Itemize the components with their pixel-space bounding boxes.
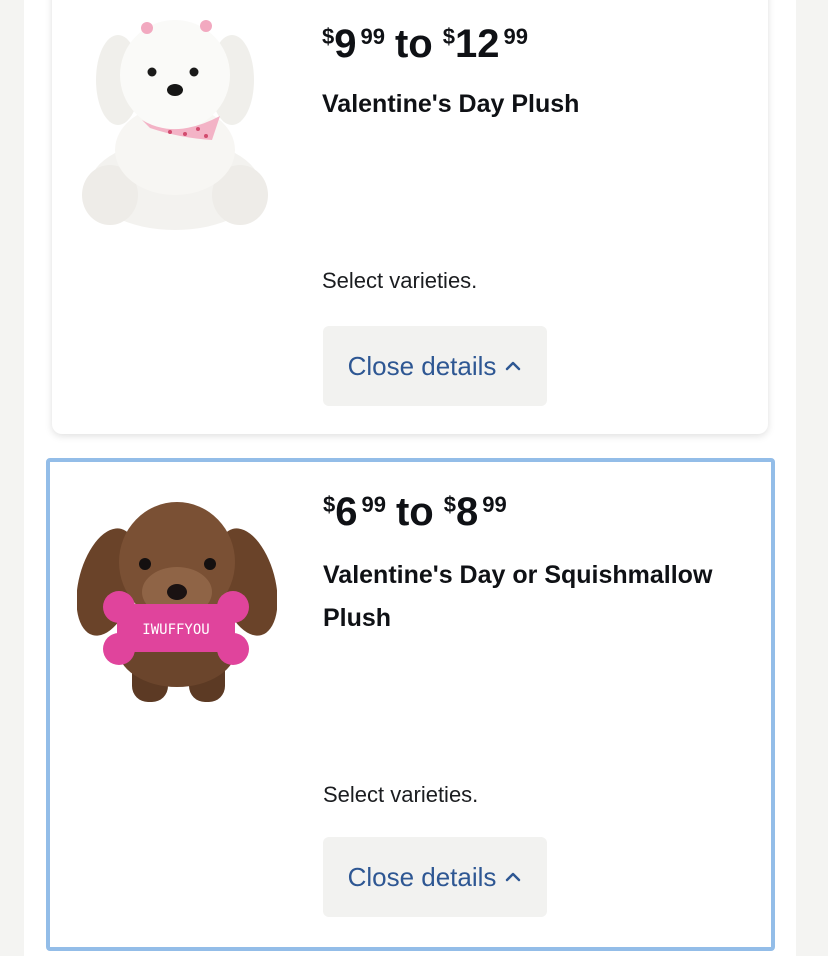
- chevron-up-icon: [506, 872, 521, 882]
- price-range-separator: to: [394, 22, 433, 66]
- price-range-separator: to: [395, 490, 434, 534]
- varieties-text: Select varieties.: [323, 782, 479, 807]
- price-cents: 99: [503, 24, 528, 49]
- currency-symbol: $: [442, 24, 455, 49]
- price-cents: 99: [482, 492, 507, 517]
- bone-text: IWUFFYOU: [142, 622, 209, 638]
- close-details-button[interactable]: Close details: [323, 326, 547, 406]
- price-dollars: 8: [456, 490, 479, 534]
- price-cents: 99: [361, 492, 386, 517]
- product-card[interactable]: $9 99 to $12 99 Valentine's Day Plush Select…: [52, 0, 768, 434]
- price-range: $9 99 to $12 99: [322, 24, 528, 64]
- white-plush-puppy-image[interactable]: [80, 10, 270, 240]
- currency-symbol: $: [323, 492, 336, 517]
- product-card-selected[interactable]: IWUFFYOU $6 99 to $8 99 Valentine's Day or S…: [46, 458, 775, 951]
- product-title[interactable]: Valentine's Day Plush: [322, 83, 752, 126]
- varieties-text: Select varieties.: [322, 268, 478, 293]
- price-cents: 99: [360, 24, 385, 49]
- close-details-label: Close details: [347, 350, 497, 381]
- close-details-button[interactable]: Close details: [323, 837, 547, 917]
- brown-plush-puppy-image[interactable]: IWUFFYOU: [77, 492, 277, 717]
- chevron-up-icon: [506, 361, 521, 371]
- currency-symbol: $: [443, 492, 456, 517]
- price-dollars: 6: [335, 490, 358, 534]
- price-dollars: 12: [455, 22, 500, 66]
- close-details-label: Close details: [347, 861, 497, 892]
- product-title[interactable]: Valentine's Day or Squishmallow Plush: [323, 554, 753, 640]
- price-dollars: 9: [334, 22, 357, 66]
- price-range: $6 99 to $8 99: [323, 492, 507, 532]
- currency-symbol: $: [322, 24, 335, 49]
